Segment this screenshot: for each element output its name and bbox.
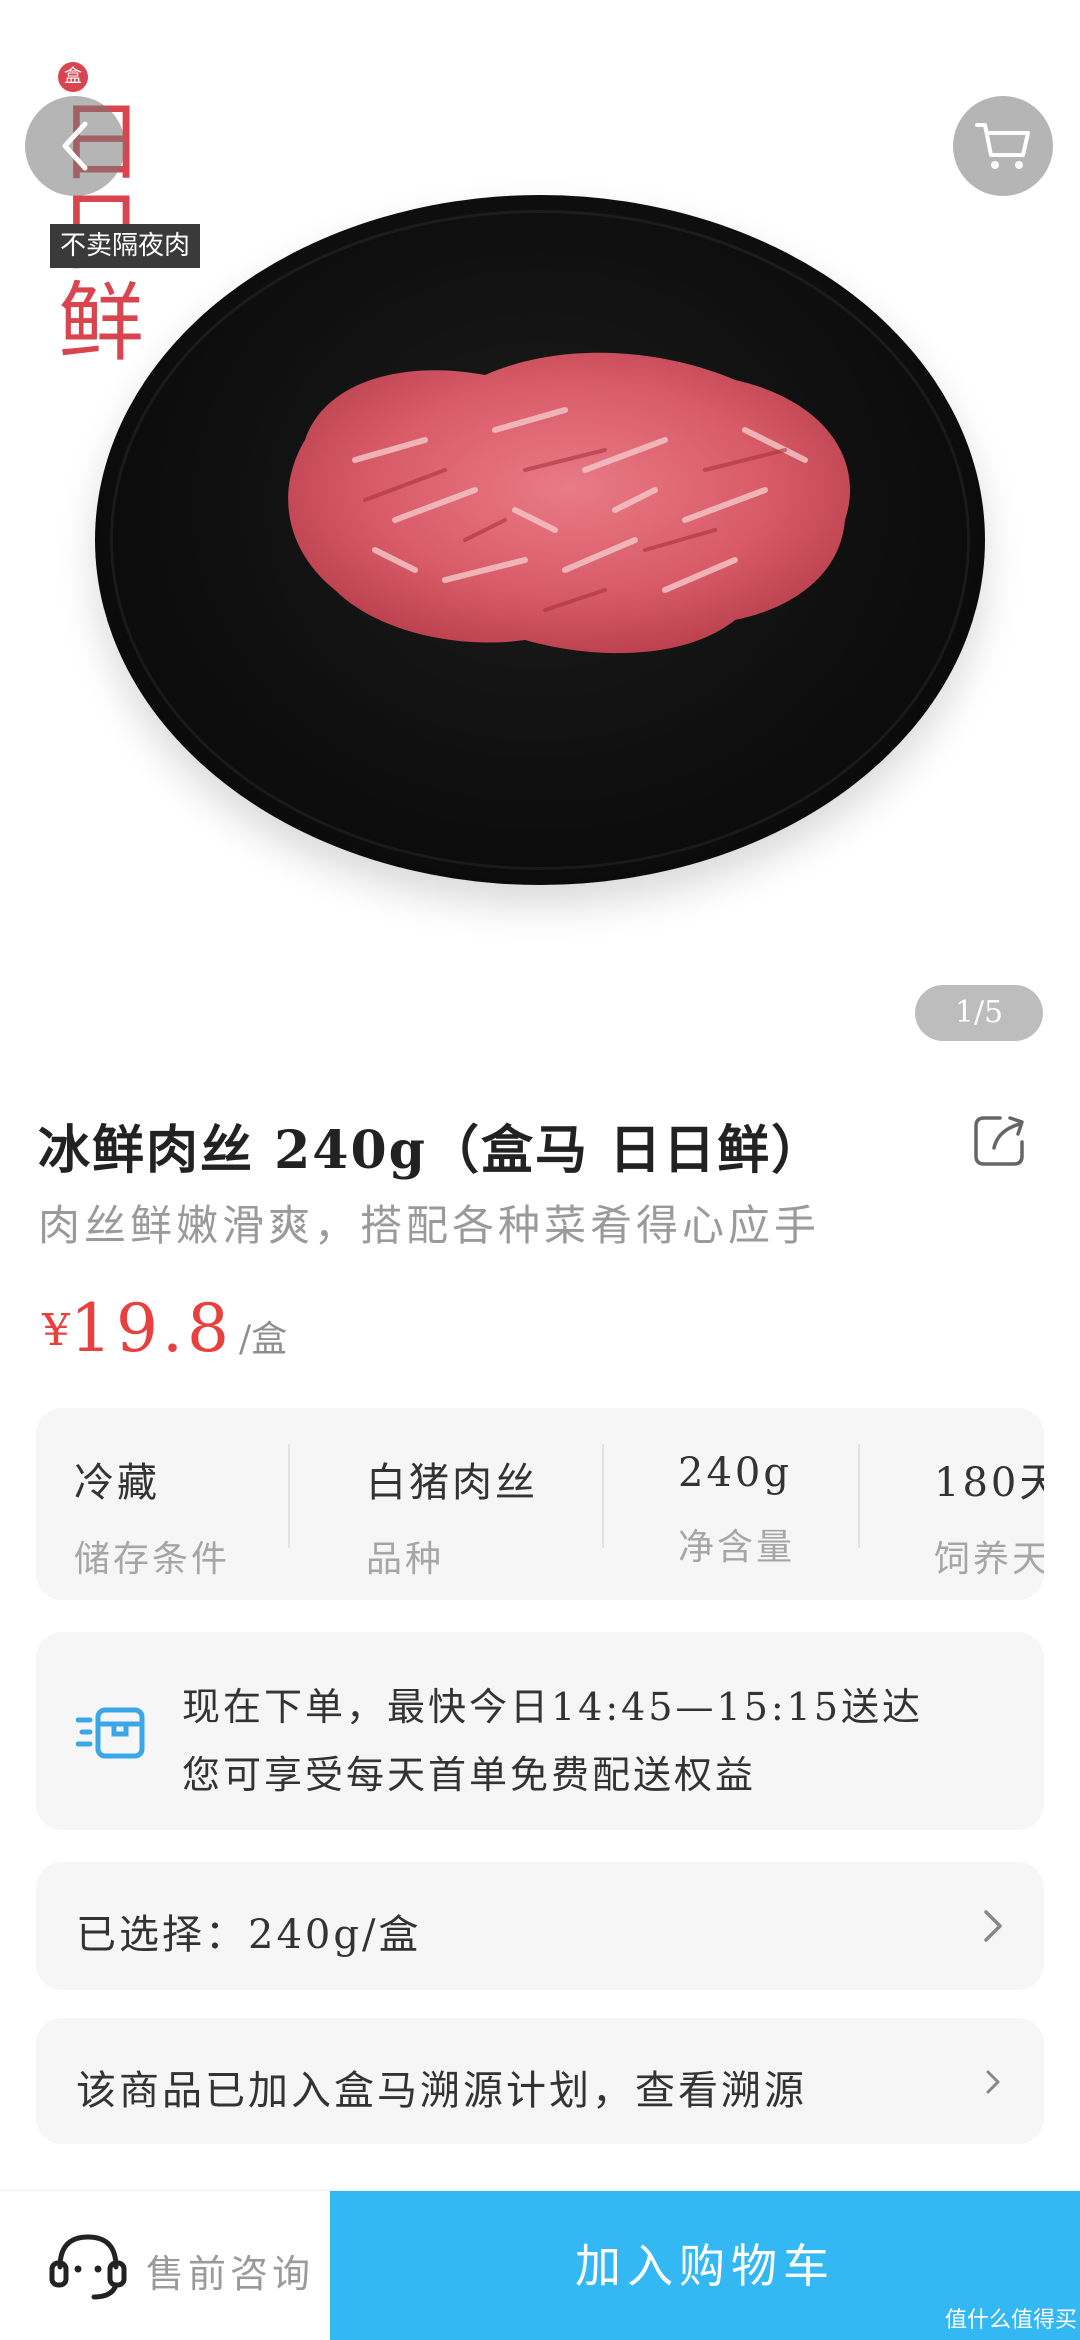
traceability-label: 该商品已加入盒马溯源计划，查看溯源: [76, 2068, 807, 2114]
headset-icon: [49, 2234, 127, 2300]
attribute-key: 饲养天: [934, 1539, 1044, 1580]
delivery-card: 现在下单，最快今日14:45—15:15送达 您可享受每天首单免费配送权益: [36, 1632, 1044, 1830]
divider: [858, 1444, 860, 1548]
attribute-value: 白猪肉丝: [366, 1460, 538, 1506]
back-arrow-icon: [62, 121, 88, 171]
attribute-key: 净含量: [678, 1527, 796, 1568]
price-value: 19.8: [70, 1290, 233, 1367]
back-button[interactable]: [25, 96, 125, 196]
brand-tagline: 不卖隔夜肉: [50, 224, 200, 268]
price: ¥19.8/盒: [42, 1290, 287, 1367]
spec-selector[interactable]: 已选择：240g/盒: [36, 1862, 1044, 1990]
currency-symbol: ¥: [42, 1305, 70, 1356]
attribute-storage: 冷藏 储存条件: [74, 1450, 230, 1582]
share-icon[interactable]: [970, 1110, 1030, 1170]
divider: [288, 1444, 290, 1548]
brand-seal-icon: 盒: [58, 62, 88, 92]
attribute-value: 180天: [934, 1460, 1044, 1506]
attribute-key: 品种: [366, 1539, 445, 1580]
attribute-net-weight: 240g 净含量: [678, 1450, 795, 1570]
product-title: 冰鲜肉丝 240g（盒马 日日鲜）: [38, 1120, 826, 1181]
product-image-carousel[interactable]: 盒 日日鲜 不卖隔夜肉 1/5: [0, 0, 1080, 1068]
attributes-card[interactable]: 冷藏 储存条件 白猪肉丝 品种 240g 净含量 180天 饲养天: [36, 1408, 1044, 1600]
shopping-cart-icon: [975, 123, 1030, 169]
delivery-truck-icon: [76, 1707, 145, 1759]
attribute-feeding-days: 180天 饲养天: [934, 1450, 1044, 1582]
chevron-right-icon: [984, 1910, 1002, 1942]
divider: [602, 1444, 604, 1548]
bottom-action-bar: 售前咨询 加入购物车: [0, 2190, 1080, 2340]
cart-button[interactable]: [953, 96, 1053, 196]
chevron-right-icon: [986, 2070, 1000, 2094]
watermark: 值什么值得买: [945, 2308, 1078, 2333]
spec-selected-label: 已选择：240g/盒: [76, 1912, 422, 1958]
attribute-value: 冷藏: [74, 1460, 160, 1506]
traceability-link[interactable]: 该商品已加入盒马溯源计划，查看溯源: [36, 2018, 1044, 2144]
image-pager: 1/5: [915, 985, 1043, 1041]
product-subtitle: 肉丝鲜嫩滑爽，搭配各种菜肴得心应手: [38, 1201, 821, 1250]
attribute-key: 储存条件: [74, 1539, 231, 1580]
price-unit: /盒: [238, 1319, 288, 1360]
presale-consult-button[interactable]: 售前咨询: [0, 2191, 330, 2340]
delivery-time: 现在下单，最快今日14:45—15:15送达: [182, 1685, 924, 1729]
attribute-variety: 白猪肉丝 品种: [366, 1450, 538, 1582]
attribute-value: 240g: [678, 1450, 792, 1496]
presale-consult-label: 售前咨询: [146, 2252, 315, 2296]
shredded-pork-image: [288, 352, 851, 654]
delivery-benefit: 您可享受每天首单免费配送权益: [182, 1753, 757, 1797]
